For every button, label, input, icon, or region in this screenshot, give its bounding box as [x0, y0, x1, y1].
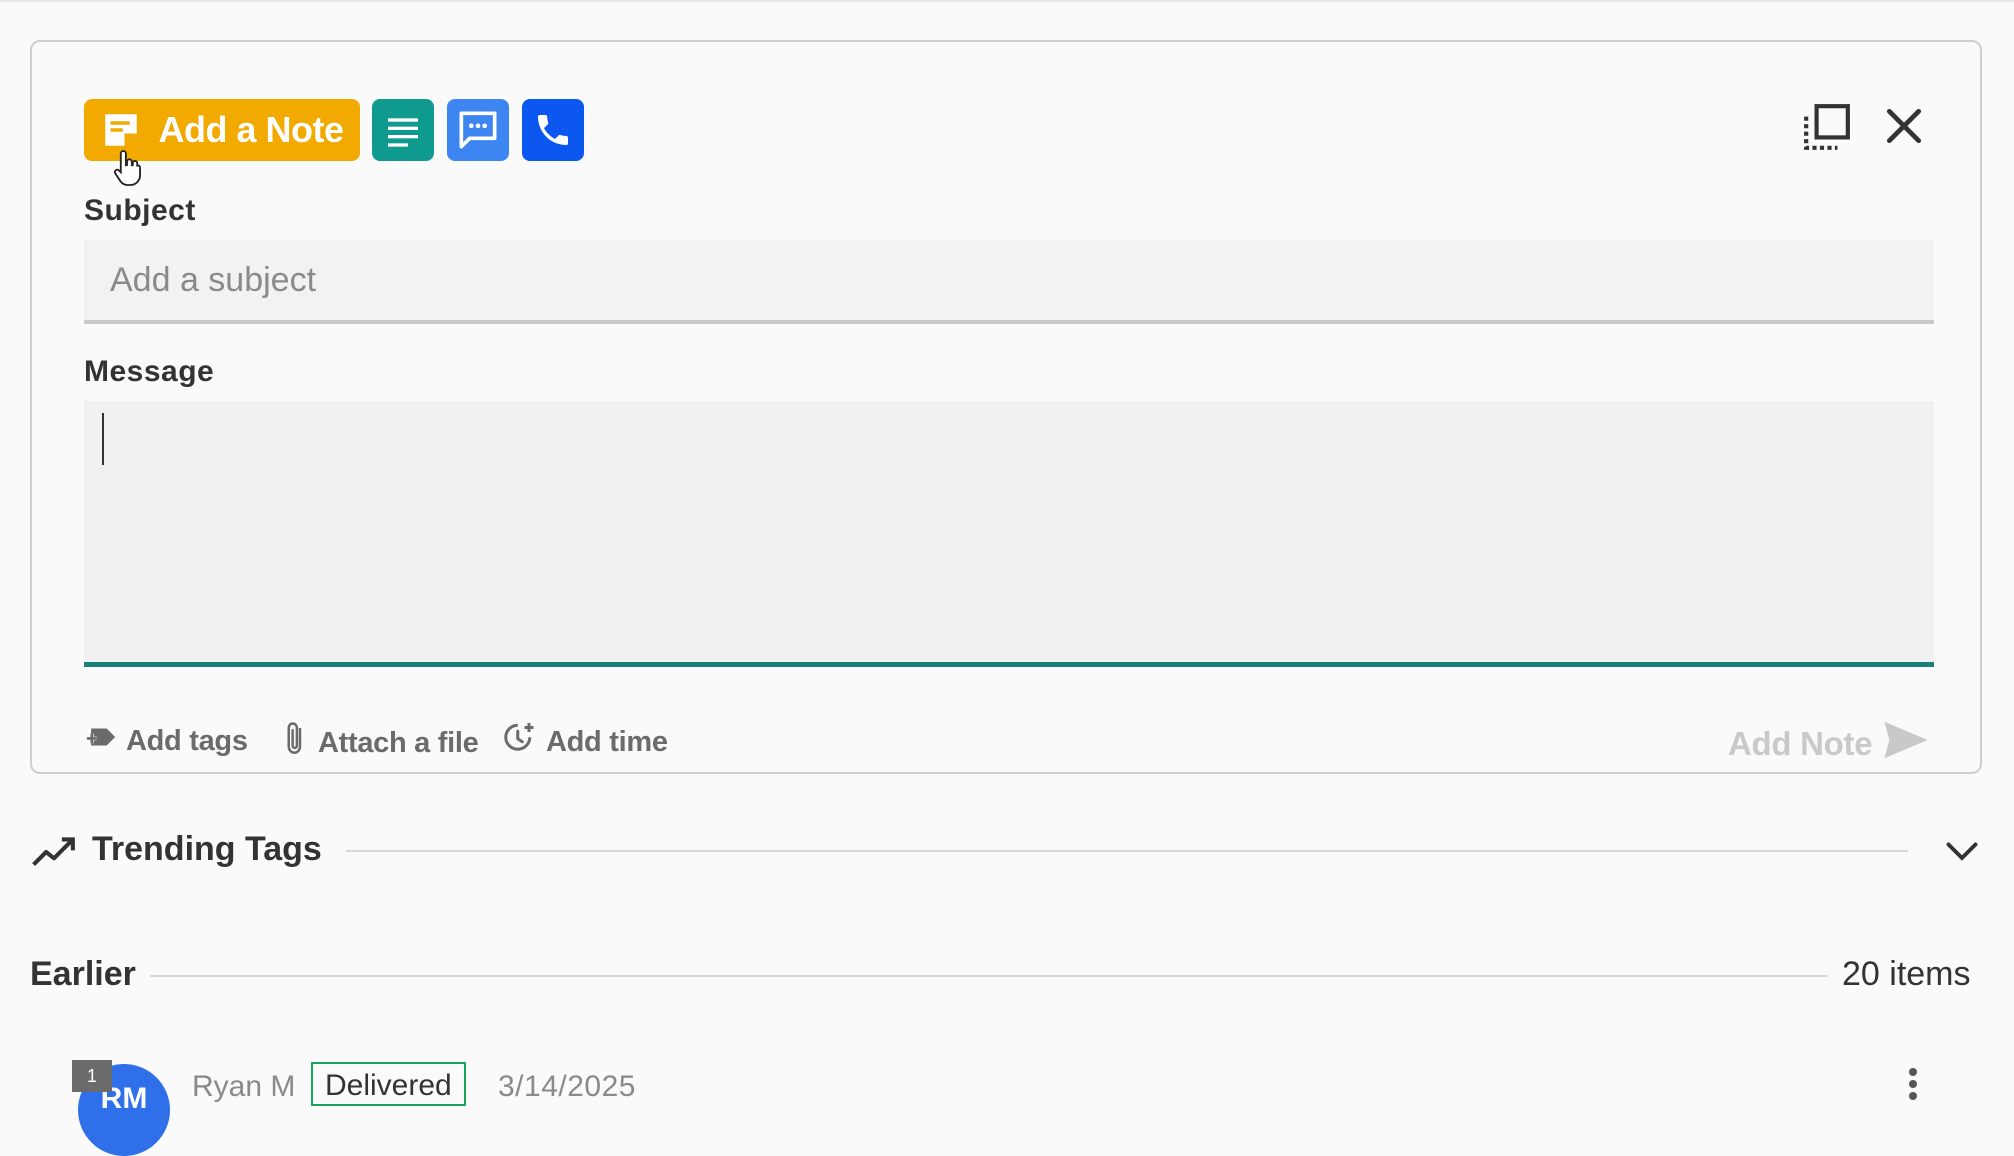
- trending-divider: [346, 850, 1908, 852]
- add-note-submit-button[interactable]: Add Note: [1728, 720, 1930, 768]
- text-lines-icon: [383, 110, 423, 150]
- sms-type-button[interactable]: [447, 99, 509, 161]
- add-note-label: Add a Note: [158, 109, 344, 150]
- call-type-button[interactable]: [522, 99, 584, 161]
- earlier-divider: [150, 975, 1828, 977]
- text-type-button[interactable]: [372, 99, 434, 161]
- status-badge: Delivered: [311, 1062, 466, 1106]
- trend-line-icon: [32, 836, 76, 873]
- clock-icon: [502, 720, 546, 764]
- item-author[interactable]: Ryan M: [192, 1070, 295, 1104]
- add-time-label: Add time: [546, 725, 668, 758]
- add-tags-button[interactable]: Add tags: [84, 720, 248, 762]
- trending-tags-title: Trending Tags: [92, 830, 322, 868]
- top-divider: [0, 0, 2014, 2]
- more-options-icon[interactable]: [1906, 1066, 1920, 1107]
- message-input[interactable]: [84, 401, 1934, 667]
- attach-file-button[interactable]: Attach a file: [280, 720, 479, 766]
- close-icon[interactable]: [1882, 104, 1926, 153]
- expand-icon[interactable]: [1802, 102, 1852, 157]
- chat-icon: [458, 110, 498, 150]
- add-tags-label: Add tags: [126, 724, 248, 757]
- note-icon: [100, 109, 142, 151]
- text-caret: [102, 413, 104, 465]
- chevron-down-icon[interactable]: [1944, 838, 1980, 871]
- message-label: Message: [84, 355, 215, 388]
- add-time-button[interactable]: Add time: [502, 720, 668, 764]
- earlier-item-count: 20 items: [1842, 955, 1971, 993]
- note-composer-card: Add a Note Subject Add a subject Message…: [30, 40, 1982, 774]
- tag-icon: [84, 720, 126, 762]
- item-number-badge: 1: [72, 1060, 112, 1092]
- earlier-section-title: Earlier: [30, 955, 136, 993]
- subject-label: Subject: [84, 194, 196, 227]
- hand-pointer-icon: [112, 148, 146, 193]
- paperclip-icon: [280, 720, 318, 766]
- item-date: 3/14/2025: [498, 1070, 636, 1103]
- subject-input[interactable]: [84, 240, 1934, 324]
- send-icon: [1872, 720, 1930, 768]
- attach-file-label: Attach a file: [318, 726, 479, 759]
- add-note-submit-label: Add Note: [1728, 725, 1873, 762]
- phone-icon: [533, 110, 573, 150]
